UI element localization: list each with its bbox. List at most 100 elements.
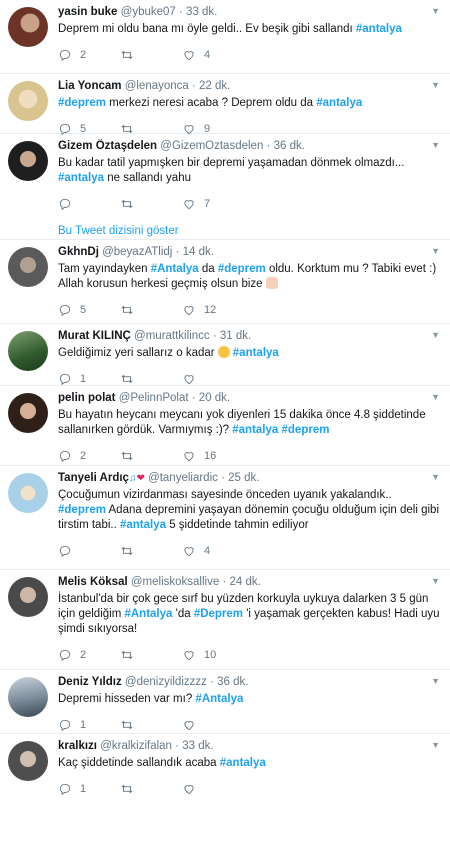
- reply-button[interactable]: [58, 544, 120, 558]
- chevron-down-icon[interactable]: ▼: [431, 6, 440, 16]
- retweet-button[interactable]: [120, 718, 182, 732]
- like-button[interactable]: 7: [182, 197, 244, 211]
- tweet[interactable]: kralkızı @kralkizifalan · 33 dk. ▼ Kaç ş…: [0, 734, 450, 798]
- like-button[interactable]: [182, 782, 244, 796]
- hashtag[interactable]: #Deprem: [194, 608, 243, 620]
- tweet[interactable]: Murat KILINÇ @murattkilincc · 31 dk. ▼ G…: [0, 324, 450, 386]
- like-button[interactable]: 12: [182, 303, 244, 317]
- hashtag[interactable]: #antalya: [356, 23, 402, 35]
- like-button[interactable]: 4: [182, 48, 244, 62]
- tweet[interactable]: Lia Yoncam @lenayonca · 22 dk. ▼ #deprem…: [0, 74, 450, 136]
- reply-button[interactable]: 2: [58, 48, 120, 62]
- author-name[interactable]: Murat KILINÇ: [58, 330, 131, 342]
- retweet-button[interactable]: [120, 648, 182, 662]
- chevron-down-icon[interactable]: ▼: [431, 676, 440, 686]
- hashtag[interactable]: #deprem: [218, 263, 266, 275]
- retweet-button[interactable]: [120, 197, 182, 211]
- chevron-down-icon[interactable]: ▼: [431, 576, 440, 586]
- chevron-down-icon[interactable]: ▼: [431, 246, 440, 256]
- avatar[interactable]: [8, 81, 48, 121]
- chevron-down-icon[interactable]: ▼: [431, 392, 440, 402]
- author-name[interactable]: Melis Köksal: [58, 576, 128, 588]
- author-handle[interactable]: @PelinnPolat: [119, 392, 189, 404]
- author-name[interactable]: pelin polat: [58, 392, 116, 404]
- avatar[interactable]: [8, 677, 48, 717]
- chevron-down-icon[interactable]: ▼: [431, 740, 440, 750]
- reply-button[interactable]: 1: [58, 782, 120, 796]
- timestamp[interactable]: 36 dk.: [274, 140, 305, 152]
- retweet-button[interactable]: [120, 782, 182, 796]
- reply-button[interactable]: 5: [58, 303, 120, 317]
- retweet-button[interactable]: [120, 303, 182, 317]
- chevron-down-icon[interactable]: ▼: [431, 330, 440, 340]
- author-handle[interactable]: @murattkilincc: [134, 330, 210, 342]
- timestamp[interactable]: 20 dk.: [199, 392, 230, 404]
- hashtag[interactable]: #antalya: [232, 424, 278, 436]
- avatar[interactable]: [8, 393, 48, 433]
- timestamp[interactable]: 14 dk.: [183, 246, 214, 258]
- hashtag[interactable]: #antalya: [233, 347, 279, 359]
- show-thread-link[interactable]: Bu Tweet dizisini göster: [58, 225, 442, 237]
- author-handle[interactable]: @kralkizifalan: [100, 740, 172, 752]
- author-name[interactable]: yasin buke: [58, 6, 117, 18]
- tweet[interactable]: GkhnDj @beyazATlidj · 14 dk. ▼ Tam yayın…: [0, 240, 450, 324]
- author-name[interactable]: kralkızı: [58, 740, 97, 752]
- avatar[interactable]: [8, 141, 48, 181]
- avatar[interactable]: [8, 741, 48, 781]
- author-handle[interactable]: @beyazATlidj: [102, 246, 172, 258]
- reply-button[interactable]: 2: [58, 449, 120, 463]
- hashtag[interactable]: #deprem: [282, 424, 330, 436]
- like-button[interactable]: 16: [182, 449, 244, 463]
- avatar[interactable]: [8, 577, 48, 617]
- author-handle[interactable]: @lenayonca: [125, 80, 189, 92]
- hashtag[interactable]: #Antalya: [195, 693, 243, 705]
- hashtag[interactable]: #antalya: [220, 757, 266, 769]
- chevron-down-icon[interactable]: ▼: [431, 472, 440, 482]
- author-name[interactable]: Gizem Öztaşdelen: [58, 140, 157, 152]
- author-handle[interactable]: @tanyeliardic: [148, 472, 218, 484]
- tweet[interactable]: Gizem Öztaşdelen @GizemOztasdelen · 36 d…: [0, 134, 450, 240]
- hashtag[interactable]: #antalya: [316, 97, 362, 109]
- hashtag[interactable]: #antalya: [120, 519, 166, 531]
- author-handle[interactable]: @ybuke07: [121, 6, 176, 18]
- hashtag[interactable]: #deprem: [58, 97, 106, 109]
- tweet[interactable]: Tanyeli Ardıç♫❤ @tanyeliardic · 25 dk. ▼…: [0, 466, 450, 570]
- reply-button[interactable]: 1: [58, 718, 120, 732]
- tweet[interactable]: Deniz Yıldız @denizyildizzzz · 36 dk. ▼ …: [0, 670, 450, 734]
- like-button[interactable]: 4: [182, 544, 244, 558]
- chevron-down-icon[interactable]: ▼: [431, 140, 440, 150]
- reply-button[interactable]: [58, 197, 120, 211]
- like-button[interactable]: 10: [182, 648, 244, 662]
- retweet-button[interactable]: [120, 449, 182, 463]
- like-button[interactable]: [182, 718, 244, 732]
- avatar[interactable]: [8, 247, 48, 287]
- retweet-button[interactable]: [120, 372, 182, 386]
- author-handle[interactable]: @GizemOztasdelen: [160, 140, 263, 152]
- timestamp[interactable]: 33 dk.: [186, 6, 217, 18]
- tweet[interactable]: yasin buke @ybuke07 · 33 dk. ▼ Deprem mi…: [0, 0, 450, 74]
- author-handle[interactable]: @denizyildizzzz: [125, 676, 207, 688]
- avatar[interactable]: [8, 473, 48, 513]
- author-name[interactable]: Lia Yoncam: [58, 80, 122, 92]
- timestamp[interactable]: 31 dk.: [220, 330, 251, 342]
- timestamp[interactable]: 25 dk.: [228, 472, 259, 484]
- author-name[interactable]: Deniz Yıldız: [58, 676, 122, 688]
- retweet-button[interactable]: [120, 544, 182, 558]
- hashtag[interactable]: #Antalya: [151, 263, 199, 275]
- retweet-button[interactable]: [120, 48, 182, 62]
- timestamp[interactable]: 24 dk.: [229, 576, 260, 588]
- reply-button[interactable]: 1: [58, 372, 120, 386]
- reply-button[interactable]: 2: [58, 648, 120, 662]
- tweet[interactable]: pelin polat @PelinnPolat · 20 dk. ▼ Bu h…: [0, 386, 450, 466]
- author-handle[interactable]: @meliskoksallive: [131, 576, 219, 588]
- avatar[interactable]: [8, 7, 48, 47]
- author-name[interactable]: Tanyeli Ardıç: [58, 472, 129, 484]
- timestamp[interactable]: 22 dk.: [199, 80, 230, 92]
- timestamp[interactable]: 36 dk.: [217, 676, 248, 688]
- avatar[interactable]: [8, 331, 48, 371]
- timestamp[interactable]: 33 dk.: [182, 740, 213, 752]
- hashtag[interactable]: #antalya: [58, 172, 104, 184]
- author-name[interactable]: GkhnDj: [58, 246, 99, 258]
- like-button[interactable]: [182, 372, 244, 386]
- hashtag[interactable]: #Antalya: [124, 608, 172, 620]
